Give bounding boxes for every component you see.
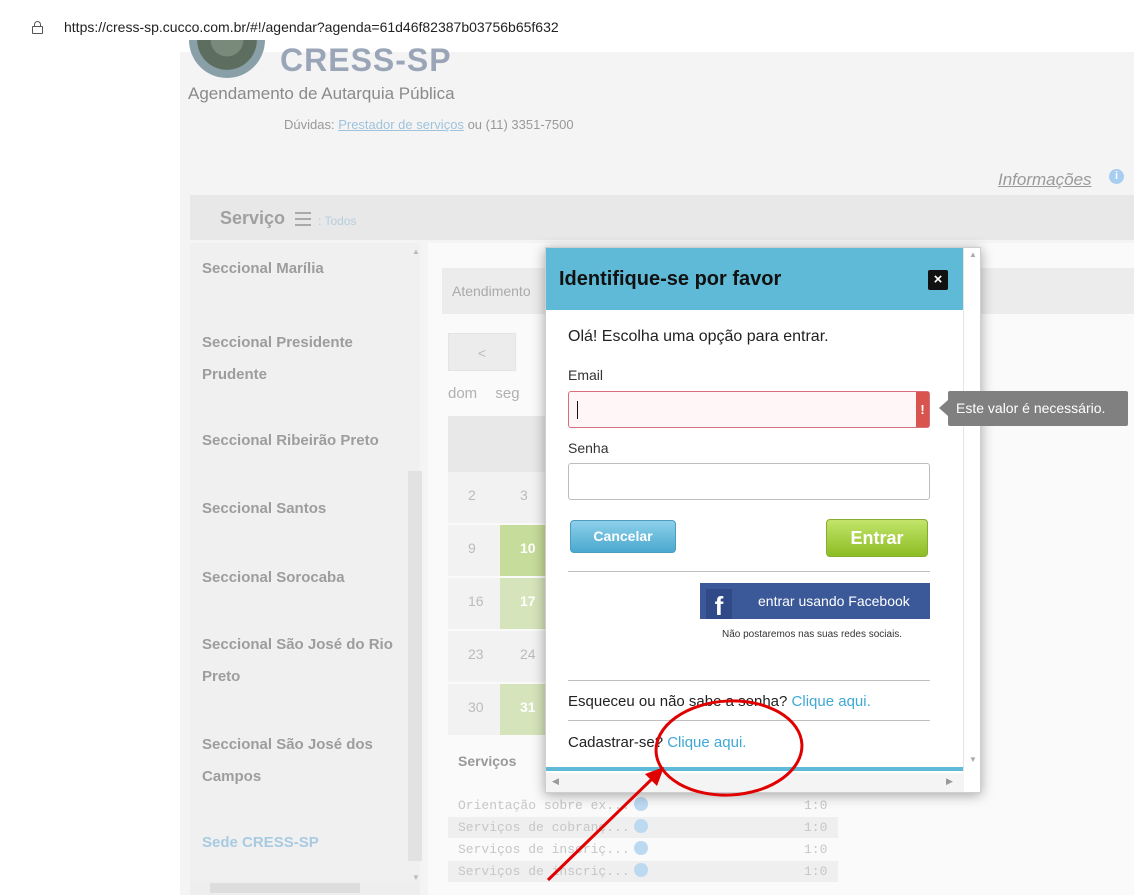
sidebar-item-sao-jose-rio-preto[interactable]: Seccional São José do Rio Preto	[202, 629, 397, 693]
validation-tooltip: Este valor é necessário.	[939, 391, 1128, 426]
logo-text: CRESS-SP	[280, 42, 452, 78]
password-label: Senha	[568, 440, 609, 456]
facebook-note: Não postaremos nas suas redes sociais.	[722, 629, 903, 640]
modal-vertical-scrollbar[interactable]: ▲ ▼	[966, 250, 980, 768]
weekday-headers: dom seg	[448, 385, 534, 402]
facebook-button-label: entrar usando Facebook	[758, 593, 910, 609]
info-icon[interactable]	[633, 841, 648, 855]
service-row[interactable]: Orientação sobre ex... 1:0	[448, 795, 838, 816]
service-row[interactable]: Serviços de cobranç... 1:0	[448, 817, 838, 838]
register-line: Cadastrar-se? Clique aqui.	[568, 734, 746, 751]
sidebar-scrollbar[interactable]	[408, 471, 422, 861]
text-caret	[577, 401, 578, 419]
info-icon[interactable]	[633, 819, 648, 833]
lock-icon	[32, 21, 43, 34]
forgot-password-text: Esqueceu ou não sabe a senha?	[568, 693, 788, 710]
service-name: Serviços de inscriç...	[458, 864, 630, 879]
forgot-password-line: Esqueceu ou não sabe a senha? Clique aqu…	[568, 693, 871, 710]
register-text: Cadastrar-se?	[568, 734, 664, 751]
close-icon[interactable]: ×	[928, 270, 948, 290]
divider	[568, 680, 930, 681]
service-time: 1:0	[804, 842, 828, 857]
modal-content: Identifique-se por favor × Olá! Escolha …	[546, 248, 964, 772]
calendar-day: 23	[448, 631, 500, 683]
scroll-left-icon[interactable]: ◀	[552, 776, 559, 787]
forgot-password-link[interactable]: Clique aqui.	[792, 693, 871, 710]
service-time: 1:0	[804, 820, 828, 835]
service-name: Orientação sobre ex...	[458, 798, 630, 813]
help-line: Dúvidas: Prestador de serviços ou (11) 3…	[284, 117, 574, 132]
info-icon[interactable]: i	[1109, 169, 1124, 184]
divider	[568, 571, 930, 572]
scroll-right-icon[interactable]: ▶	[946, 776, 953, 787]
enter-button[interactable]: Entrar	[826, 519, 928, 557]
help-label: Dúvidas:	[284, 117, 335, 132]
divider	[568, 720, 930, 721]
email-field[interactable]: !	[568, 391, 930, 428]
login-modal: Identifique-se por favor × Olá! Escolha …	[545, 247, 981, 793]
service-row[interactable]: Serviços de inscriç... 1:0	[448, 861, 838, 882]
weekday-sun: dom	[448, 385, 478, 402]
address-bar[interactable]: https://cress-sp.cucco.com.br/#!/agendar…	[0, 0, 1134, 52]
modal-bottom-bar	[546, 767, 963, 771]
service-time: 1:0	[804, 864, 828, 879]
sidebar-item-marilia[interactable]: Seccional Marília	[202, 253, 397, 285]
info-icon[interactable]	[633, 863, 648, 877]
modal-header: Identifique-se por favor ×	[546, 248, 963, 310]
service-label: Serviço	[220, 208, 286, 228]
weekday-mon: seg	[495, 385, 520, 402]
services-title: Serviços	[458, 753, 517, 769]
scroll-down-icon[interactable]: ▼	[969, 755, 977, 764]
sidebar-item-sao-jose-campos[interactable]: Seccional São José dos Campos	[202, 729, 397, 793]
service-filter-bar[interactable]: Serviço : Todos	[190, 195, 1134, 240]
register-link[interactable]: Clique aqui.	[667, 734, 746, 751]
service-name: Serviços de cobranç...	[458, 820, 630, 835]
help-phone: ou (11) 3351-7500	[467, 117, 574, 132]
sidebar-item-sorocaba[interactable]: Seccional Sorocaba	[202, 562, 397, 594]
greeting-text: Olá! Escolha uma opção para entrar.	[568, 328, 829, 345]
error-icon: !	[916, 392, 929, 427]
service-row[interactable]: Serviços de inscriç... 1:0	[448, 839, 838, 860]
cancel-button[interactable]: Cancelar	[570, 520, 676, 553]
menu-icon[interactable]	[295, 212, 311, 226]
service-time: 1:0	[804, 798, 828, 813]
email-label: Email	[568, 367, 604, 383]
calendar-day: 30	[448, 684, 500, 736]
sidebar-item-presidente-prudente[interactable]: Seccional Presidente Prudente	[202, 327, 397, 391]
calendar-day: 9	[448, 525, 500, 577]
calendar-day: 16	[448, 578, 500, 630]
page-subtitle: Agendamento de Autarquia Pública	[188, 84, 455, 103]
url-text[interactable]: https://cress-sp.cucco.com.br/#!/agendar…	[64, 19, 559, 35]
password-field[interactable]	[568, 463, 930, 500]
location-sidebar: ▲ Seccional Marília Seccional Presidente…	[190, 243, 422, 895]
facebook-login-button[interactable]: f entrar usando Facebook	[700, 583, 930, 619]
sidebar-item-santos[interactable]: Seccional Santos	[202, 493, 397, 525]
calendar-day: 2	[448, 472, 500, 524]
scroll-up-icon[interactable]: ▲	[969, 250, 977, 259]
provider-link[interactable]: Prestador de serviços	[338, 117, 464, 132]
service-filter-value[interactable]: : Todos	[318, 214, 356, 228]
sidebar-item-sede[interactable]: Sede CRESS-SP	[202, 827, 397, 859]
logo-emblem	[189, 40, 265, 78]
info-link[interactable]: Informações	[998, 170, 1092, 190]
atendimento-label: Atendimento	[452, 283, 531, 299]
sidebar-item-ribeirao-preto[interactable]: Seccional Ribeirão Preto	[202, 425, 397, 457]
facebook-icon: f	[706, 589, 732, 619]
modal-horizontal-scrollbar[interactable]: ◀ ▶	[546, 773, 964, 792]
previous-button[interactable]: <	[448, 333, 516, 371]
info-icon[interactable]	[633, 797, 648, 811]
sidebar-horizontal-scrollbar[interactable]	[190, 881, 420, 895]
modal-title: Identifique-se por favor	[559, 268, 782, 290]
scroll-up-icon[interactable]: ▲	[412, 247, 420, 256]
service-name: Serviços de inscriç...	[458, 842, 630, 857]
